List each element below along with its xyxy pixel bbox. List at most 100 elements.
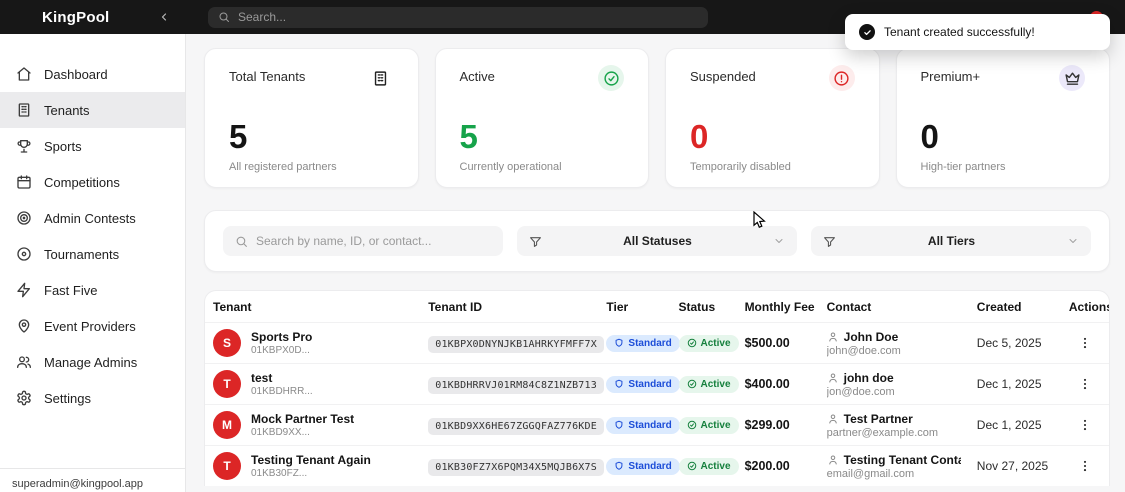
table-header-row: Tenant Tenant ID Tier Status Monthly Fee… <box>205 291 1109 323</box>
alert-circle-icon <box>828 65 855 91</box>
sidebar-item-sports[interactable]: Sports <box>0 128 185 164</box>
sidebar-item-manage-admins[interactable]: Manage Admins <box>0 344 185 380</box>
sidebar-item-event-providers[interactable]: Event Providers <box>0 308 185 344</box>
check-circle-icon <box>687 461 696 471</box>
tenant-id-pill: 01KB30FZ7X6PQM34X5MQJB6X7S <box>428 459 604 476</box>
tier-filter-value: All Tiers <box>927 234 976 248</box>
stat-label: Suspended <box>690 69 756 84</box>
home-icon <box>17 67 31 81</box>
tenant-short-id: 01KBDHRR... <box>251 386 313 397</box>
sidebar-item-label: Settings <box>44 390 91 406</box>
status-badge: Active <box>678 457 739 475</box>
table-row[interactable]: S Sports Pro 01KBPX0D... 01KBPX0DNYNJKB1… <box>205 322 1109 364</box>
sidebar-item-label: Tenants <box>44 102 90 118</box>
col-tier: Tier <box>606 300 629 314</box>
row-actions-button[interactable] <box>1074 455 1096 477</box>
col-actions: Actions <box>1068 300 1110 314</box>
contact-email: partner@example.com <box>826 426 939 439</box>
avatar: S <box>213 329 241 357</box>
toast-notification[interactable]: Tenant created successfully! <box>845 14 1110 50</box>
stat-value: 0 <box>690 118 709 155</box>
col-status: Status <box>678 300 716 314</box>
sidebar-item-admin-contests[interactable]: Admin Contests <box>0 200 185 236</box>
stat-label: Total Tenants <box>229 69 306 84</box>
contact-email: email@gmail.com <box>826 467 915 480</box>
sidebar-item-dashboard[interactable]: Dashboard <box>0 56 185 92</box>
shield-icon <box>616 338 623 347</box>
shield-icon <box>616 420 623 429</box>
toast-message: Tenant created successfully! <box>884 25 1035 39</box>
monthly-fee: $400.00 <box>744 377 790 391</box>
tenant-short-id: 01KBPX0D... <box>251 345 310 356</box>
tenant-search-input[interactable] <box>256 234 491 248</box>
sidebar-item-tournaments[interactable]: Tournaments <box>0 236 185 272</box>
contact-name: Testing Tenant Contact <box>843 452 961 467</box>
created-date: Nov 27, 2025 <box>976 459 1049 473</box>
row-actions-button[interactable] <box>1074 332 1096 354</box>
check-circle-icon <box>687 420 696 430</box>
tenant-id-pill: 01KBD9XX6HE67ZGGQFAZ776KDE <box>428 418 604 435</box>
sidebar-item-label: Admin Contests <box>44 210 136 226</box>
shield-icon <box>616 379 623 388</box>
tenant-name: Sports Pro <box>251 330 313 344</box>
sidebar-item-label: Event Providers <box>44 318 136 334</box>
stat-label: Active <box>459 69 495 84</box>
zap-icon <box>17 282 30 298</box>
check-circle-icon <box>687 379 696 389</box>
tenant-short-id: 01KBD9XX... <box>251 427 310 438</box>
brand-area: KingPool <box>0 9 186 26</box>
monthly-fee: $200.00 <box>744 459 790 473</box>
sidebar-nav: Dashboard Tenants Sports Competitions Ad… <box>0 34 185 416</box>
created-date: Dec 1, 2025 <box>976 418 1042 432</box>
row-actions-button[interactable] <box>1074 414 1096 436</box>
target-icon <box>17 211 31 225</box>
row-actions-button[interactable] <box>1074 373 1096 395</box>
global-search-input[interactable] <box>238 10 698 24</box>
sidebar-item-fast-five[interactable]: Fast Five <box>0 272 185 308</box>
chevron-down-icon <box>775 239 783 243</box>
global-search <box>208 6 708 28</box>
chevron-left-icon <box>161 13 167 21</box>
col-monthly-fee: Monthly Fee <box>744 300 815 314</box>
stat-value: 5 <box>459 118 478 155</box>
check-circle-icon <box>687 338 696 348</box>
sidebar-user-email[interactable]: superadmin@kingpool.app <box>0 468 185 492</box>
status-badge: Active <box>678 416 739 434</box>
person-icon <box>828 455 837 464</box>
sidebar-item-label: Sports <box>44 138 82 154</box>
monthly-fee: $500.00 <box>744 336 790 350</box>
stat-card-total-tenants: Total Tenants 5 All registered partners <box>204 48 419 188</box>
contact-email: john@doe.com <box>826 344 901 357</box>
contact-email: jon@doe.com <box>826 385 895 398</box>
tier-filter-select[interactable]: All Tiers <box>811 226 1091 256</box>
more-vertical-icon <box>1083 378 1086 390</box>
crown-icon <box>1059 65 1085 91</box>
sidebar-item-label: Competitions <box>44 174 120 190</box>
sidebar-collapse-button[interactable] <box>156 9 172 25</box>
contact-name: Test Partner <box>843 411 913 426</box>
sidebar-item-competitions[interactable]: Competitions <box>0 164 185 200</box>
table-row[interactable]: T Testing Tenant Again 01KB30FZ... 01KB3… <box>205 445 1109 486</box>
tier-badge: Standard <box>606 457 680 475</box>
sidebar-item-tenants[interactable]: Tenants <box>0 92 185 128</box>
stat-label: Premium+ <box>920 69 981 84</box>
stat-subtitle: High-tier partners <box>920 161 1006 173</box>
sidebar-item-label: Dashboard <box>44 66 108 82</box>
app-root: KingPool Dashboard Tenants <box>0 0 1125 492</box>
person-icon <box>828 332 837 341</box>
tenant-short-id: 01KB30FZ... <box>251 468 308 479</box>
tenant-id-pill: 01KBPX0DNYNJKB1AHRKYFMFF7X <box>428 336 604 353</box>
stat-value: 0 <box>920 118 939 155</box>
sidebar-item-settings[interactable]: Settings <box>0 380 185 416</box>
more-vertical-icon <box>1083 337 1086 349</box>
table-row[interactable]: T test 01KBDHRR... 01KBDHRRVJ01RM84C8Z1N… <box>205 363 1109 405</box>
building-icon <box>18 103 30 117</box>
tenant-name: test <box>251 371 273 385</box>
calendar-icon <box>17 175 31 189</box>
stat-subtitle: Temporarily disabled <box>690 161 791 173</box>
status-filter-select[interactable]: All Statuses <box>517 226 797 256</box>
person-icon <box>828 373 837 382</box>
table-row[interactable]: M Mock Partner Test 01KBD9XX... 01KBD9XX… <box>205 404 1109 446</box>
created-date: Dec 1, 2025 <box>976 377 1042 391</box>
stat-value: 5 <box>229 118 248 155</box>
